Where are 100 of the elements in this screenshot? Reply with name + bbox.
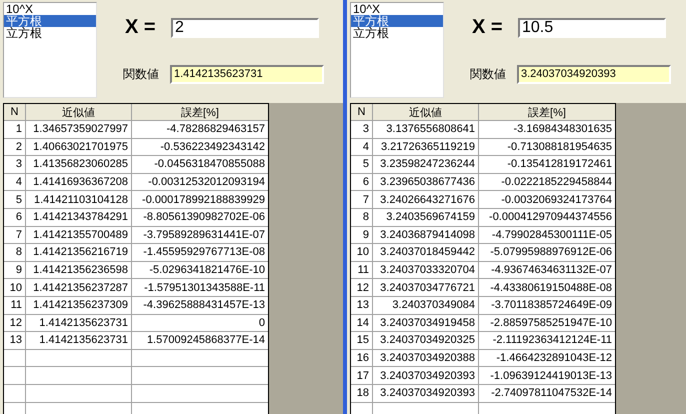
table-cell: 10	[4, 278, 26, 296]
table-cell: 1.41421356237287	[26, 278, 132, 296]
x-label: X =	[471, 16, 504, 39]
x-label: X =	[124, 16, 157, 39]
table-cell: -3.79589289631441E-07	[132, 226, 268, 244]
table-cell: 12	[351, 278, 372, 296]
table-cell: -8.80561390982702E-06	[132, 208, 268, 226]
table-cell: 3	[351, 120, 372, 138]
table-cell: 12	[4, 314, 26, 332]
table-cell: 3.23598247236244	[372, 156, 478, 174]
table-cell: 3.240370349084	[372, 296, 478, 314]
table-cell: 1.41356823060285	[26, 156, 132, 174]
table-cell: 1.40663021701975	[26, 138, 132, 156]
function-option[interactable]: 立方根	[351, 27, 443, 39]
table-cell: 4	[4, 173, 26, 191]
table-cell: 1	[4, 120, 26, 138]
table-cell: 3.1376556808641	[372, 120, 478, 138]
table-cell: 8	[351, 208, 372, 226]
table-cell: 3.24037034776721	[372, 278, 478, 296]
table-cell: -1.09639124419013E-13	[478, 366, 615, 384]
function-option[interactable]: 10^X	[4, 3, 96, 15]
table-cell: -1.45595929767713E-08	[132, 244, 268, 262]
table-cell: 3	[4, 156, 26, 174]
function-listbox[interactable]: 10^X 平方根 立方根	[3, 2, 97, 98]
column-header: 近似値	[372, 104, 478, 120]
x-input-field[interactable]: 2	[171, 18, 319, 38]
table-cell: -4.43380619150488E-08	[478, 278, 615, 296]
table-cell: 17	[351, 366, 372, 384]
table-cell: 1.41416936367208	[26, 173, 132, 191]
table-cell: 5	[4, 190, 26, 208]
table-cell: 1.41421103104128	[26, 190, 132, 208]
function-listbox[interactable]: 10^X 平方根 立方根	[350, 2, 444, 98]
table-cell: 11	[351, 261, 372, 279]
table-cell: -0.135412819172461	[478, 156, 615, 174]
table-cell: 0	[132, 314, 268, 332]
function-option[interactable]: 平方根	[351, 15, 443, 27]
table-cell: -4.39625888431457E-13	[132, 296, 268, 314]
column-header: N	[351, 104, 372, 120]
table-cell: 1.41421355700489	[26, 226, 132, 244]
result-field[interactable]: 3.24037034920393	[517, 65, 671, 84]
table-cell: 5	[351, 156, 372, 174]
table-cell: 8	[4, 244, 26, 262]
table-cell: -1.57951301343588E-11	[132, 278, 268, 296]
table-cell: -0.0222185229458844	[478, 173, 615, 191]
column-header: 近似値	[26, 104, 132, 120]
table-cell: -5.07995988976912E-06	[478, 244, 615, 262]
table-cell: 11	[4, 296, 26, 314]
table-cell: 1.41421356237309	[26, 296, 132, 314]
table-cell: 3.24037034920388	[372, 349, 478, 367]
table-cell: 7	[4, 226, 26, 244]
table-cell: 3.21726365119219	[372, 138, 478, 156]
table-cell: 7	[351, 190, 372, 208]
table-cell: 4	[351, 138, 372, 156]
table-cell: 16	[351, 349, 372, 367]
table-cell: 13	[4, 332, 26, 350]
column-header: 誤差[%]	[478, 104, 615, 120]
table-cell: -4.78286829463157	[132, 120, 268, 138]
result-field[interactable]: 1.4142135623731	[170, 65, 324, 84]
table-cell: 6	[351, 173, 372, 191]
table-cell: 3.24036879414098	[372, 226, 478, 244]
table-cell: 3.24037018459442	[372, 244, 478, 262]
table-cell: 1.41421343784291	[26, 208, 132, 226]
table-cell: 3.2403569674159	[372, 208, 478, 226]
table-cell: 3.24026643271676	[372, 190, 478, 208]
table-cell: 3.24037034919458	[372, 314, 478, 332]
table-cell: 9	[351, 226, 372, 244]
result-label: 関数値	[470, 66, 507, 83]
column-header: N	[4, 104, 26, 120]
table-cell: -3.16984348301635	[478, 120, 615, 138]
table-cell: -2.74097811047532E-14	[478, 384, 615, 402]
table-cell: 18	[351, 384, 372, 402]
table-cell: 14	[351, 314, 372, 332]
table-cell: 1.4142135623731	[26, 314, 132, 332]
table-cell: -4.79902845300111E-05	[478, 226, 615, 244]
table-cell: 1.4142135623731	[26, 332, 132, 350]
table-cell: -1.4664232891043E-12	[478, 349, 615, 367]
function-option[interactable]: 立方根	[4, 27, 96, 39]
table-cell: 1.34657359027997	[26, 120, 132, 138]
function-option[interactable]: 10^X	[351, 3, 443, 15]
table-cell: -0.000178992188839929	[132, 190, 268, 208]
x-input-field[interactable]: 10.5	[518, 18, 666, 38]
table-cell: 1.41421356216719	[26, 244, 132, 262]
table-cell: -0.713088181954635	[478, 138, 615, 156]
column-header: 誤差[%]	[132, 104, 268, 120]
result-label: 関数値	[123, 66, 160, 83]
table-cell: 13	[351, 296, 372, 314]
table-cell: -0.0032069324173764	[478, 190, 615, 208]
table-cell: 1.57009245868377E-14	[132, 332, 268, 350]
table-cell: -2.88597585251947E-10	[478, 314, 615, 332]
table-cell: 10	[351, 244, 372, 262]
table-cell: -2.11192363412124E-11	[478, 332, 615, 350]
table-cell: 3.24037034920325	[372, 332, 478, 350]
table-cell: -5.0296341821476E-10	[132, 261, 268, 279]
table-cell: -0.0456318470855088	[132, 156, 268, 174]
function-option[interactable]: 平方根	[4, 15, 96, 27]
table-cell: -0.536223492343142	[132, 138, 268, 156]
table-cell: 9	[4, 261, 26, 279]
table-cell: -3.70118385724649E-09	[478, 296, 615, 314]
table-cell: 6	[4, 208, 26, 226]
table-cell: 15	[351, 332, 372, 350]
